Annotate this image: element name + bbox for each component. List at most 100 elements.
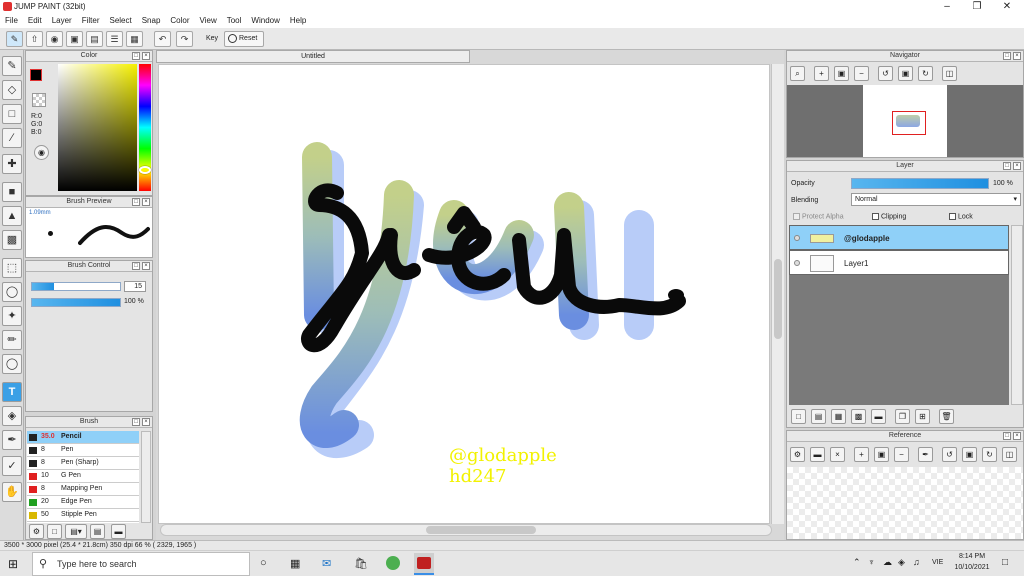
- eraser-tool-icon[interactable]: ◇: [2, 80, 22, 100]
- ref-settings-icon[interactable]: ⚙: [790, 447, 805, 462]
- ref-close-icon[interactable]: ×: [830, 447, 845, 462]
- cloud-icon[interactable]: ☁: [883, 557, 892, 568]
- brush-size-value[interactable]: 15: [124, 281, 146, 292]
- shape-tool-icon[interactable]: ◈: [2, 406, 22, 426]
- new-layer-1bit-icon[interactable]: ▦: [831, 409, 846, 424]
- ref-rotate-right-icon[interactable]: ↻: [982, 447, 997, 462]
- menu-select[interactable]: Select: [104, 14, 136, 28]
- text-tool-icon[interactable]: T: [2, 382, 22, 402]
- lock-checkbox[interactable]: Lock: [949, 213, 973, 220]
- line-tool-icon[interactable]: ∕: [2, 128, 22, 148]
- move-tool-icon[interactable]: ✚: [2, 154, 22, 174]
- store-icon[interactable]: 🛍: [354, 557, 368, 570]
- ref-fit-window-icon[interactable]: ▣: [962, 447, 977, 462]
- document-icon[interactable]: ▤: [86, 31, 103, 47]
- jump-paint-taskbar-button[interactable]: [414, 553, 434, 575]
- canvas-horizontal-scrollbar[interactable]: [160, 524, 772, 536]
- menu-snap[interactable]: Snap: [137, 14, 166, 28]
- grid-icon[interactable]: ▦: [126, 31, 143, 47]
- brush-settings-icon[interactable]: ⚙: [29, 524, 44, 539]
- zoom-out-icon[interactable]: −: [854, 66, 869, 81]
- panel-float-icon[interactable]: □: [132, 52, 140, 60]
- panel-close-icon[interactable]: ×: [142, 262, 150, 270]
- reset-button[interactable]: Reset: [224, 31, 264, 47]
- saturation-value-box[interactable]: [58, 64, 137, 191]
- panel-close-icon[interactable]: ×: [1013, 52, 1021, 60]
- panel-float-icon[interactable]: □: [1003, 52, 1011, 60]
- panel-close-icon[interactable]: ×: [142, 52, 150, 60]
- new-layer-icon[interactable]: □: [791, 409, 806, 424]
- panel-close-icon[interactable]: ×: [1013, 162, 1021, 170]
- cortana-icon[interactable]: ○: [260, 557, 267, 569]
- panel-close-icon[interactable]: ×: [142, 198, 150, 206]
- brush-mode-icon[interactable]: ✎: [6, 31, 23, 47]
- navigator-viewport[interactable]: [787, 85, 1023, 157]
- close-button[interactable]: ✕: [992, 0, 1022, 14]
- new-brush-icon[interactable]: □: [47, 524, 62, 539]
- brush-item[interactable]: 10 G Pen: [27, 470, 139, 483]
- layer-row[interactable]: @glodapple: [789, 225, 1009, 250]
- new-layer-8bit-icon[interactable]: ▤: [811, 409, 826, 424]
- network-icon[interactable]: ♆: [868, 557, 875, 567]
- canvas-vertical-scrollbar[interactable]: [771, 64, 784, 524]
- panel-close-icon[interactable]: ×: [142, 418, 150, 426]
- comment-icon[interactable]: ◉: [46, 31, 63, 47]
- bucket-tool-icon[interactable]: ▲: [2, 206, 22, 226]
- ref-rotate-left-icon[interactable]: ↺: [942, 447, 957, 462]
- tray-chevron-icon[interactable]: ⌃: [853, 557, 861, 568]
- task-view-icon[interactable]: ▦: [290, 557, 300, 570]
- brush-item[interactable]: 20 Edge Pen: [27, 496, 139, 509]
- panel-close-icon[interactable]: ×: [1013, 432, 1021, 440]
- reference-viewport[interactable]: [787, 467, 1023, 539]
- brush-tool-icon[interactable]: ✎: [2, 56, 22, 76]
- panel-float-icon[interactable]: □: [132, 418, 140, 426]
- fill-rect-tool-icon[interactable]: ■: [2, 182, 22, 202]
- zoom-in-icon[interactable]: +: [814, 66, 829, 81]
- language-indicator[interactable]: VIE: [932, 559, 943, 566]
- hand-tool-icon[interactable]: ✋: [2, 482, 22, 502]
- menu-tool[interactable]: Tool: [222, 14, 247, 28]
- brush-opacity-slider[interactable]: [31, 298, 121, 307]
- menu-file[interactable]: File: [0, 14, 23, 28]
- redo-icon[interactable]: ↷: [176, 31, 193, 47]
- chat-icon[interactable]: ▣: [66, 31, 83, 47]
- lasso-tool-icon[interactable]: ◯: [2, 282, 22, 302]
- canvas-tab[interactable]: Untitled: [156, 50, 470, 63]
- ref-flip-icon[interactable]: ◫: [1002, 447, 1017, 462]
- blending-select[interactable]: Normal ▾: [851, 193, 1021, 206]
- browser-icon[interactable]: [386, 556, 400, 570]
- pipette-tool-icon[interactable]: ✓: [2, 456, 22, 476]
- maximize-button[interactable]: ❐: [962, 0, 992, 14]
- fit-window-icon[interactable]: ▣: [898, 66, 913, 81]
- visibility-icon[interactable]: [794, 235, 800, 241]
- clipping-checkbox[interactable]: Clipping: [872, 213, 906, 220]
- panel-float-icon[interactable]: □: [132, 262, 140, 270]
- undo-icon[interactable]: ↶: [154, 31, 171, 47]
- palette-icon[interactable]: ◉: [34, 145, 49, 160]
- zoom-actual-icon[interactable]: ▣: [834, 66, 849, 81]
- menu-layer[interactable]: Layer: [47, 14, 77, 28]
- delete-layer-icon[interactable]: 🗑: [939, 409, 954, 424]
- gradient-tool-icon[interactable]: ▩: [2, 230, 22, 250]
- taskbar-search-box[interactable]: ⚲ Type here to search: [32, 552, 250, 576]
- duplicate-layer-icon[interactable]: ❐: [895, 409, 910, 424]
- visibility-icon[interactable]: [794, 260, 800, 266]
- mail-icon[interactable]: ✉: [322, 557, 331, 570]
- brush-list-scrollbar[interactable]: [141, 431, 151, 523]
- panel-float-icon[interactable]: □: [1003, 162, 1011, 170]
- windows-start-icon[interactable]: ⊞: [8, 558, 20, 570]
- brush-item[interactable]: 8 Mapping Pen: [27, 483, 139, 496]
- brush-item[interactable]: 35.0 Pencil: [27, 431, 139, 444]
- menu-view[interactable]: View: [195, 14, 222, 28]
- ref-open-icon[interactable]: ▬: [810, 447, 825, 462]
- brush-item[interactable]: 50 Stipple Pen: [27, 509, 139, 522]
- protect-alpha-checkbox[interactable]: Protect Alpha: [793, 213, 844, 220]
- list-icon[interactable]: ☰: [106, 31, 123, 47]
- new-folder-icon[interactable]: ▬: [871, 409, 886, 424]
- rotate-left-icon[interactable]: ↺: [878, 66, 893, 81]
- layer-opacity-slider[interactable]: [851, 178, 989, 189]
- ref-eyedropper-icon[interactable]: ✒: [918, 447, 933, 462]
- ref-fit-icon[interactable]: ▣: [874, 447, 889, 462]
- panel-float-icon[interactable]: □: [132, 198, 140, 206]
- menu-filter[interactable]: Filter: [77, 14, 105, 28]
